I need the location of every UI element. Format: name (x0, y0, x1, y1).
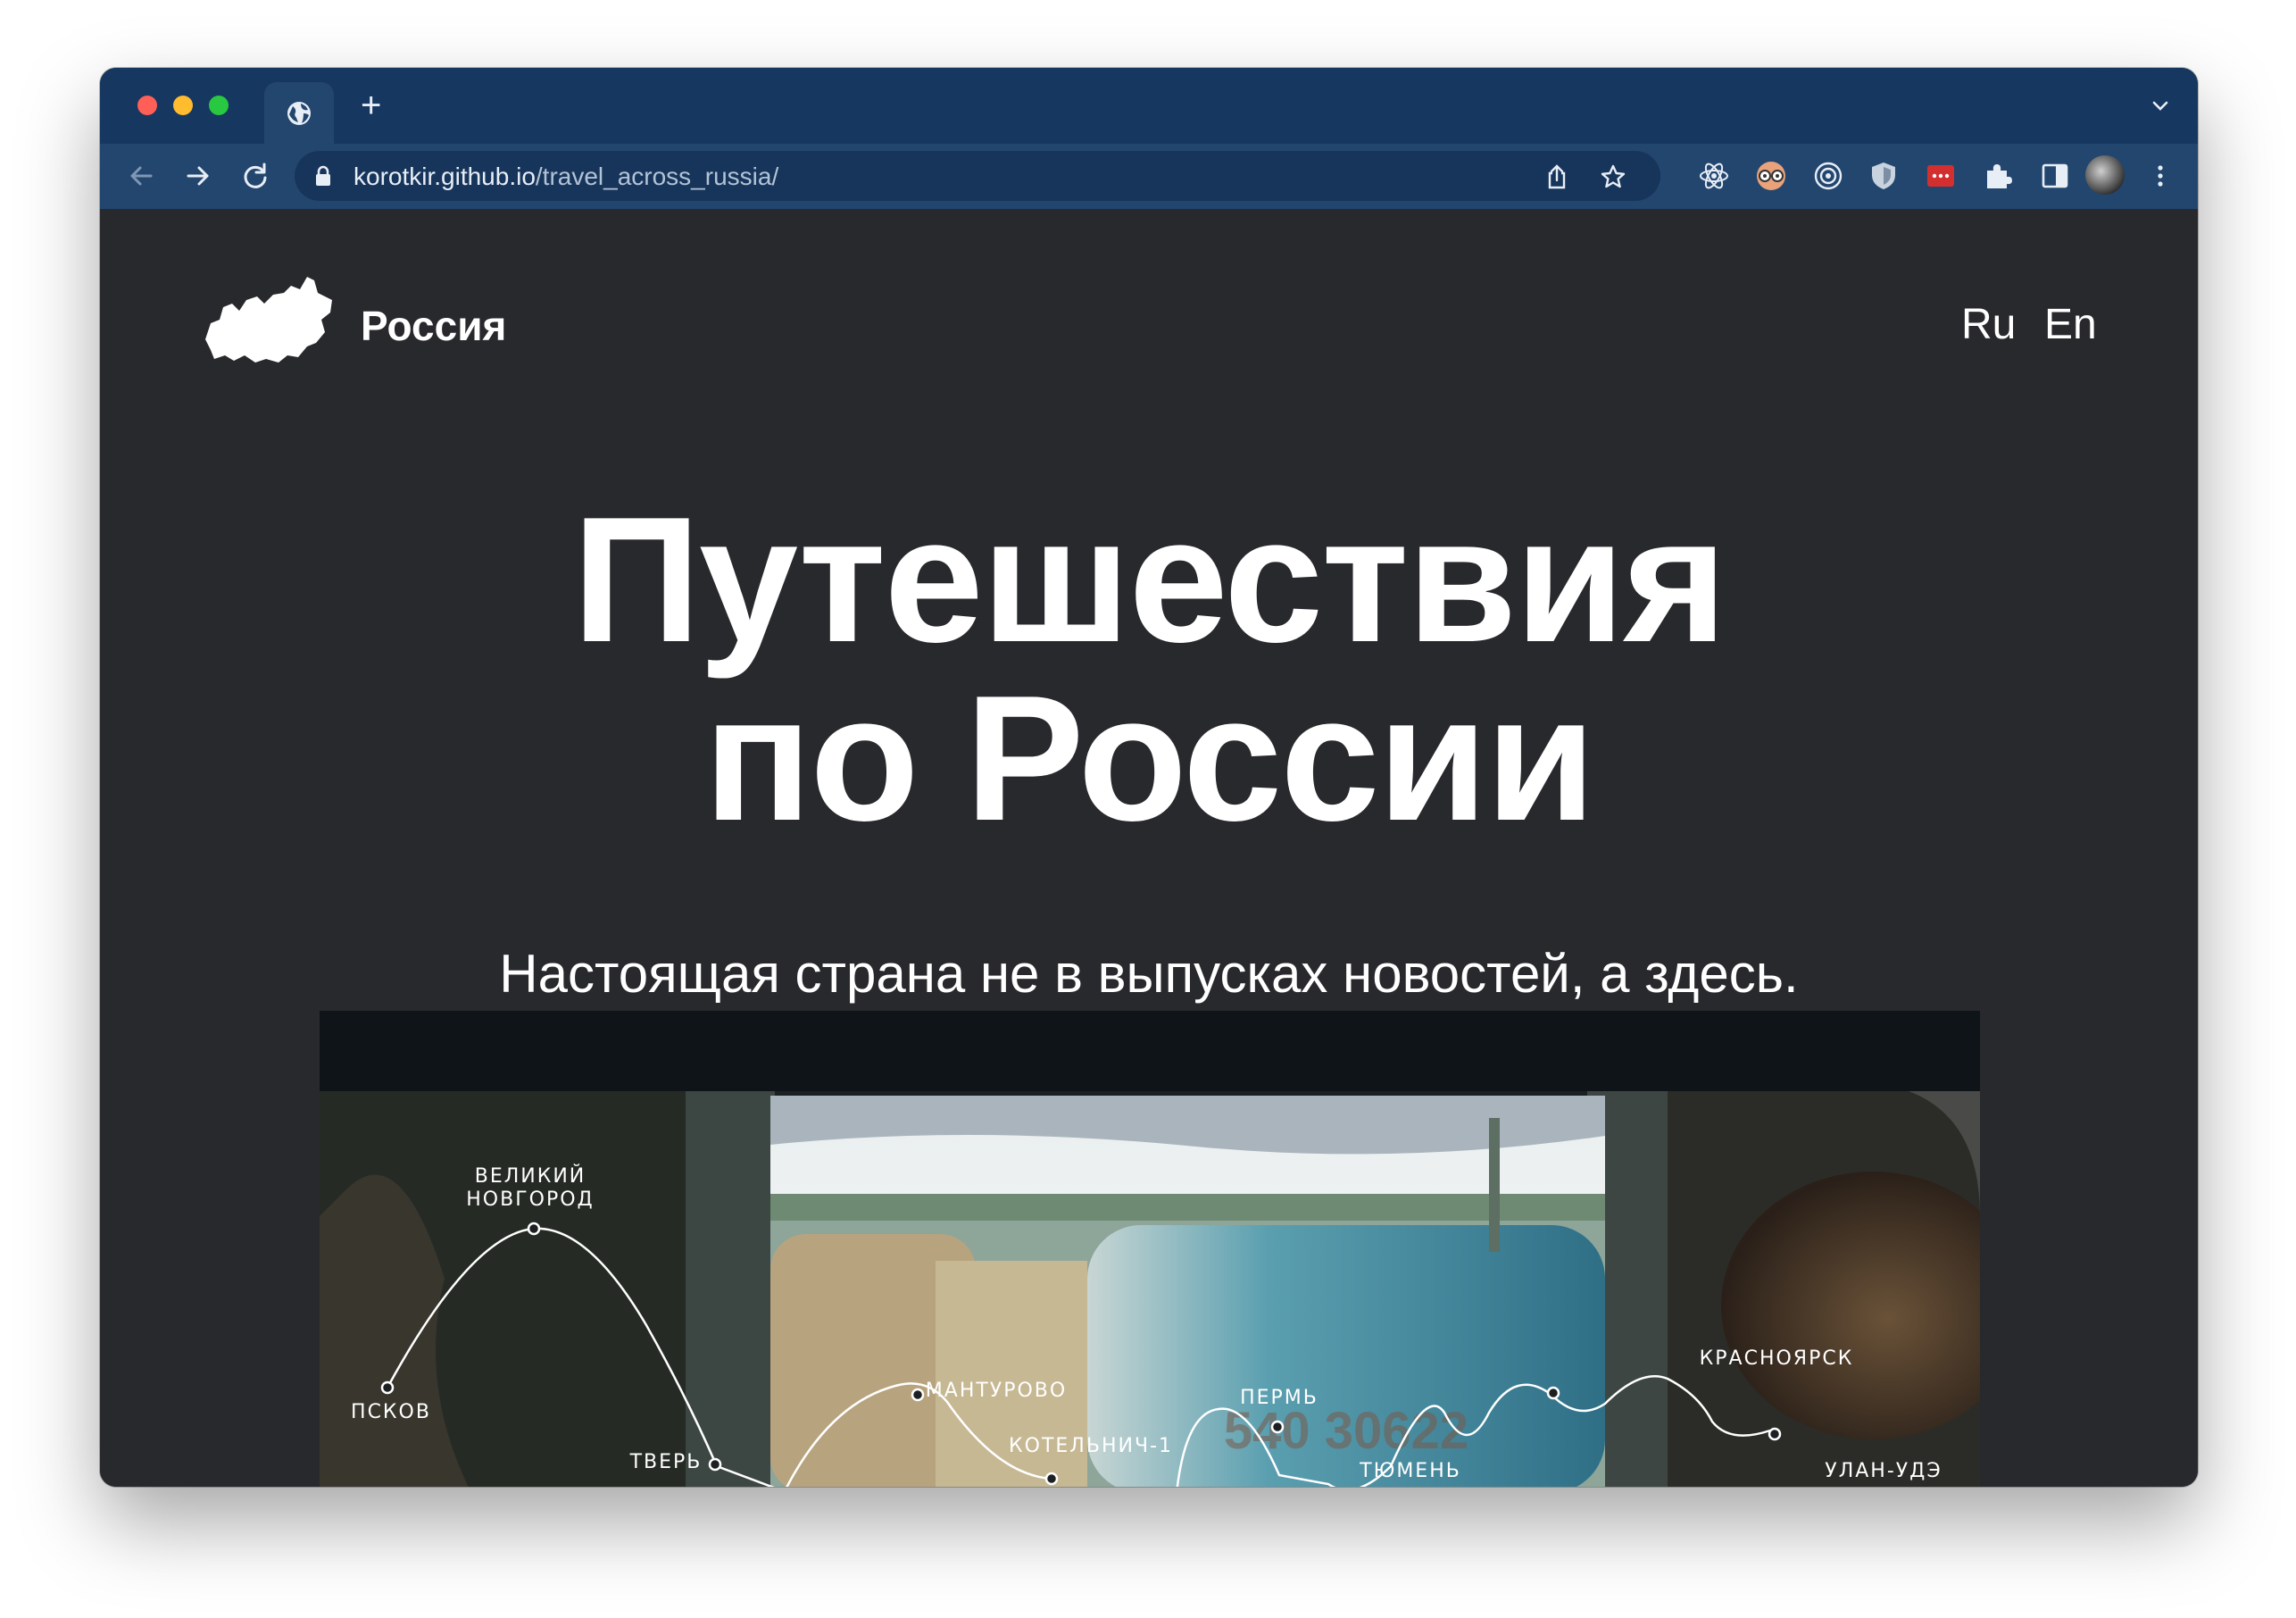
forward-icon[interactable] (182, 160, 214, 192)
stop-label-tyumen: ТЮМЕНЬ (1359, 1460, 1461, 1482)
shield-icon[interactable] (1868, 160, 1900, 192)
react-devtools-icon[interactable] (1698, 160, 1730, 192)
browser-window: + korotkir.github.io/travel_across_russi… (100, 68, 2198, 1487)
stop-label-velikiy-novgorod-2: НОВГОРОД (466, 1188, 594, 1211)
address-bar[interactable]: korotkir.github.io/travel_across_russia/ (295, 151, 1660, 201)
password-manager-icon[interactable] (1925, 160, 1957, 192)
more-menu-icon[interactable] (2153, 160, 2167, 192)
globe-icon (287, 101, 311, 125)
minimize-window-button[interactable] (173, 96, 193, 115)
site-brand[interactable]: Россия (361, 302, 506, 350)
close-window-button[interactable] (137, 96, 157, 115)
stop-label-perm: ПЕРМЬ (1240, 1387, 1319, 1409)
hero-title-line1: Путешествия (572, 480, 1727, 680)
puzzle-icon[interactable] (1982, 160, 2014, 192)
active-tab[interactable] (264, 82, 334, 144)
lang-ru-link[interactable]: Ru (1961, 300, 2016, 349)
russia-map-logo[interactable] (202, 270, 336, 368)
url-host: korotkir.github.io (354, 163, 536, 190)
lock-icon[interactable] (314, 165, 332, 187)
star-icon[interactable] (1600, 163, 1626, 190)
tagline: Настоящая страна не в выпусках новостей,… (499, 944, 1799, 1004)
stop-label-pskov: ПСКОВ (351, 1401, 431, 1423)
share-icon[interactable] (1544, 163, 1569, 190)
lang-en-link[interactable]: En (2044, 300, 2097, 349)
back-icon[interactable] (125, 160, 157, 192)
stop-label-ulan-ude: УЛАН-УДЭ (1825, 1460, 1942, 1482)
stop-label-tver: ТВЕРЬ (629, 1451, 703, 1473)
page-content: Россия Ru En Путешествия по России Насто… (100, 209, 2198, 1487)
hero-title-line2: по России (703, 659, 1596, 858)
stop-label-manturovo: МАНТУРОВО (926, 1380, 1067, 1402)
chevron-down-icon[interactable] (2150, 95, 2171, 116)
wagon-number: 540 30622 (1224, 1402, 1468, 1460)
profile-avatar[interactable] (2085, 155, 2125, 195)
side-panel-icon[interactable] (2039, 160, 2071, 192)
reload-icon[interactable] (239, 160, 271, 192)
target-icon[interactable] (1812, 160, 1844, 192)
hero-photo: 540 30622 ВЕЛИКИЙ НОВГОРОД ПСКОВ ТВЕРЬ М… (320, 1011, 1980, 1487)
hero-title: Путешествия по России (100, 491, 2198, 848)
new-tab-button[interactable]: + (361, 84, 381, 127)
stop-label-kotelnich: КОТЕЛЬНИЧ-1 (1009, 1435, 1173, 1457)
browser-toolbar: korotkir.github.io/travel_across_russia/ (100, 144, 2198, 209)
glasses-icon[interactable] (1755, 160, 1787, 192)
url-text[interactable]: korotkir.github.io/travel_across_russia/ (354, 163, 778, 191)
url-path: /travel_across_russia/ (535, 163, 779, 190)
tab-strip: + (100, 68, 2198, 144)
zoom-window-button[interactable] (209, 96, 229, 115)
stop-label-krasnoyarsk: КРАСНОЯРСК (1700, 1347, 1854, 1370)
stop-label-velikiy-novgorod-1: ВЕЛИКИЙ (475, 1164, 586, 1188)
